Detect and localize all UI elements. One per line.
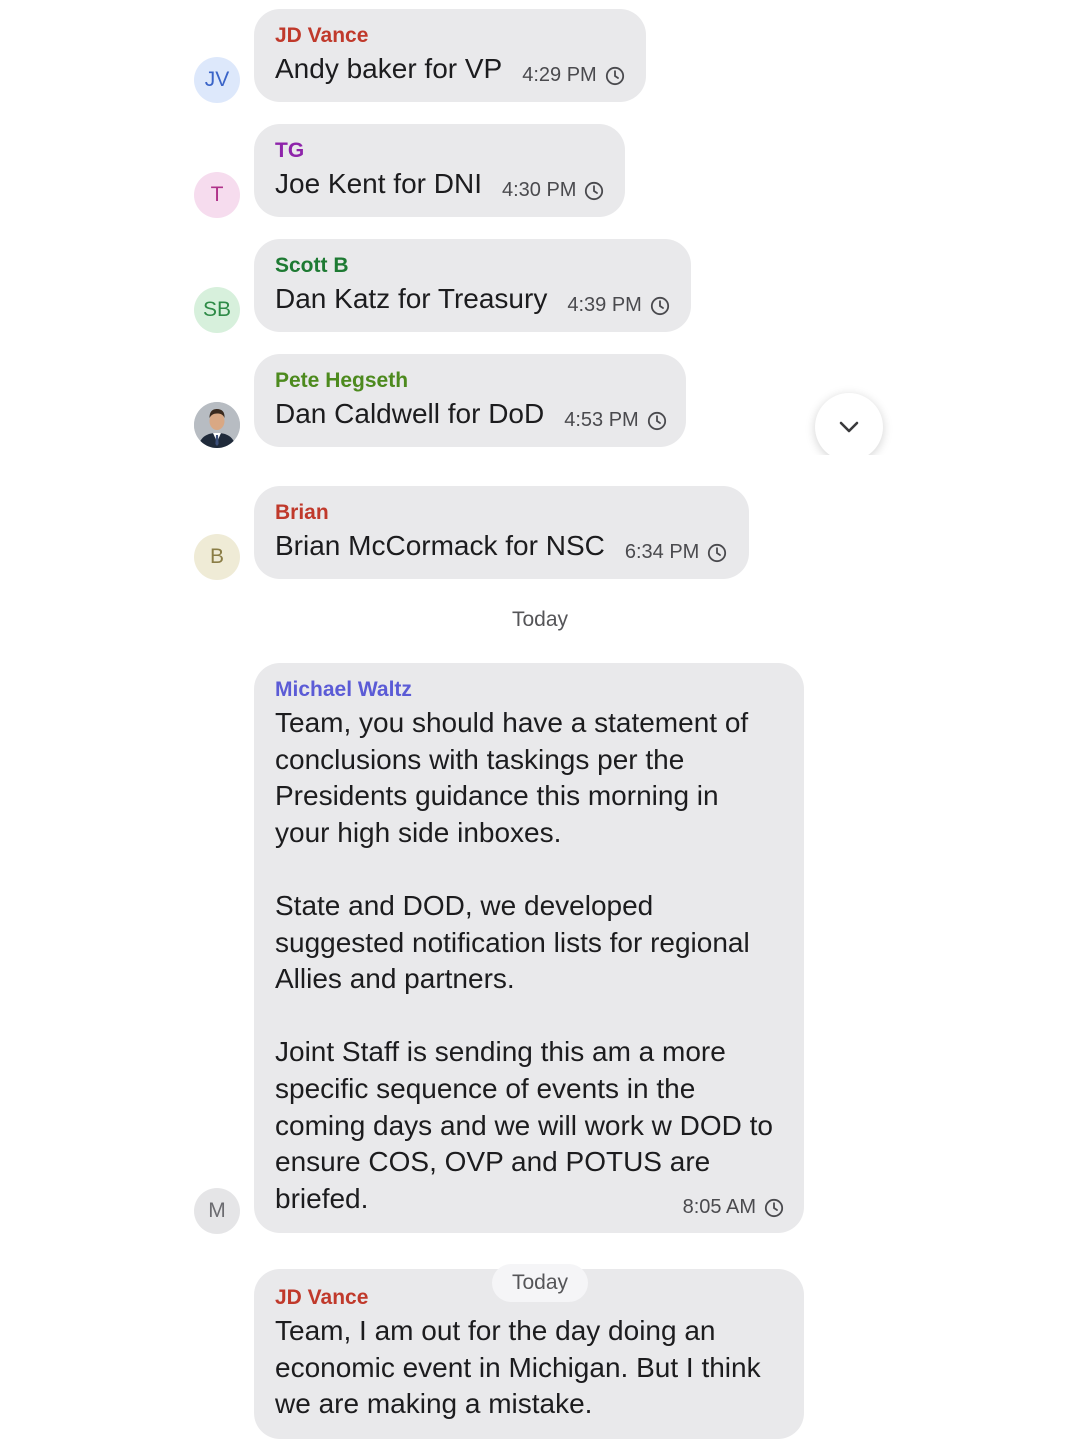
message-time: 6:34 PM — [624, 541, 700, 563]
message-bubble[interactable]: JD Vance Andy baker for VP 4:29 PM — [254, 9, 646, 102]
message-meta: 8:05 AM — [683, 1196, 784, 1219]
message-time: 4:30 PM — [501, 179, 577, 201]
scroll-to-bottom-button[interactable] — [815, 393, 883, 461]
clock-icon — [764, 1198, 784, 1217]
message-text: Andy baker for VP — [275, 53, 503, 84]
avatar-initials: M — [208, 1199, 226, 1222]
message-text: Dan Katz for Treasury — [275, 283, 548, 314]
sender-name[interactable]: JD Vance — [275, 21, 626, 51]
avatar-jv[interactable]: JV — [194, 57, 240, 103]
clock-icon — [647, 411, 666, 430]
message-bubble[interactable]: Michael Waltz Team, you should have a st… — [254, 663, 804, 1233]
day-separator-floating: Today — [492, 1264, 588, 1302]
message-bubble[interactable]: Pete Hegseth Dan Caldwell for DoD 4:53 P… — [254, 354, 686, 447]
clock-icon — [650, 296, 669, 315]
sender-name[interactable]: Michael Waltz — [275, 675, 784, 705]
message-time: 8:05 AM — [682, 1196, 756, 1218]
message-paragraph: State and DOD, we developed suggested no… — [275, 889, 750, 995]
profile-photo-icon — [194, 402, 240, 448]
sender-name[interactable]: Brian — [275, 498, 729, 528]
message-bubble[interactable]: Brian Brian McCormack for NSC 6:34 PM — [254, 486, 749, 579]
message-paragraph: Team, you should have a statement of con… — [275, 707, 749, 848]
message-meta: 6:34 PM — [625, 541, 727, 564]
clock-icon — [708, 543, 727, 562]
message-text: Joe Kent for DNI — [275, 168, 482, 199]
message-meta: 4:39 PM — [567, 294, 669, 317]
sender-name[interactable]: TG — [275, 136, 605, 166]
message-paragraph: Joint Staff is sending this am a more sp… — [275, 1036, 773, 1214]
avatar-m[interactable]: M — [194, 1188, 240, 1234]
message-meta: 4:29 PM — [522, 64, 624, 87]
avatar-initials: JV — [204, 68, 230, 91]
sender-name[interactable]: Scott B — [275, 251, 671, 281]
avatar-initials: T — [210, 183, 224, 206]
message-time: 4:29 PM — [522, 64, 597, 86]
clock-icon — [585, 181, 604, 200]
day-separator: Today — [511, 608, 569, 631]
avatar-photo[interactable] — [194, 402, 240, 448]
chevron-down-icon — [839, 421, 859, 433]
avatar-sb[interactable]: SB — [194, 287, 240, 333]
message-bubble[interactable]: TG Joe Kent for DNI 4:30 PM — [254, 124, 625, 217]
message-text: Dan Caldwell for DoD — [275, 398, 545, 429]
message-text: Team, I am out for the day doing an econ… — [275, 1315, 761, 1420]
avatar-initials: SB — [202, 298, 231, 321]
scroll-button-clip — [790, 455, 930, 485]
message-meta: 4:30 PM — [502, 179, 604, 202]
avatar-initials: B — [209, 545, 224, 568]
message-meta: 4:53 PM — [564, 409, 666, 432]
message-bubble[interactable]: Scott B Dan Katz for Treasury 4:39 PM — [254, 239, 691, 332]
message-time: 4:53 PM — [564, 409, 639, 431]
avatar-t[interactable]: T — [194, 172, 240, 218]
message-time: 4:39 PM — [567, 294, 642, 316]
clock-icon — [605, 66, 624, 85]
avatar-b[interactable]: B — [194, 534, 240, 580]
sender-name[interactable]: Pete Hegseth — [275, 366, 666, 396]
message-text: Brian McCormack for NSC — [275, 530, 605, 561]
